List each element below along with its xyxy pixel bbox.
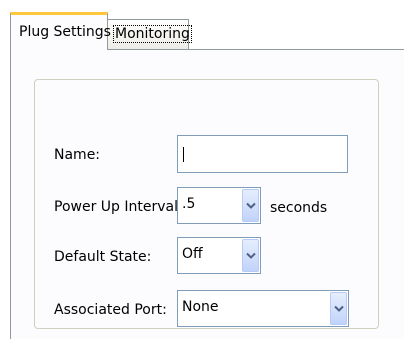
plug-settings-window: Plug Settings Monitoring Name: Power Up … [0, 0, 404, 339]
associated-port-value: None [182, 299, 219, 315]
chevron-down-icon [246, 252, 256, 259]
power-up-interval-unit: seconds [270, 200, 328, 216]
default-state-label: Default State: [54, 249, 152, 265]
text-cursor [183, 147, 184, 162]
power-up-interval-dropdown[interactable]: .5 [177, 187, 261, 224]
tab-strip: Plug Settings Monitoring [10, 12, 404, 50]
tab-plug-settings[interactable]: Plug Settings [10, 12, 111, 50]
plug-settings-group: Name: Power Up Interval: .5 seconds Defa… [34, 79, 379, 329]
chevron-down-icon [334, 305, 344, 312]
tab-monitoring-label: Monitoring [113, 25, 192, 43]
plug-settings-panel: Name: Power Up Interval: .5 seconds Defa… [10, 49, 404, 339]
power-up-interval-dropdown-button[interactable] [242, 189, 259, 222]
associated-port-dropdown[interactable]: None [177, 290, 349, 327]
default-state-dropdown-button[interactable] [242, 239, 259, 272]
associated-port-dropdown-button[interactable] [330, 292, 347, 325]
default-state-value: Off [182, 246, 203, 262]
name-label: Name: [54, 147, 101, 163]
chevron-down-icon [246, 202, 256, 209]
tab-plug-settings-label: Plug Settings [19, 24, 111, 40]
power-up-interval-label: Power Up Interval: [54, 199, 183, 215]
default-state-dropdown[interactable]: Off [177, 237, 261, 274]
associated-port-label: Associated Port: [54, 302, 167, 318]
power-up-interval-value: .5 [182, 196, 196, 212]
tab-monitoring[interactable]: Monitoring [107, 19, 192, 49]
name-field[interactable] [177, 135, 348, 173]
